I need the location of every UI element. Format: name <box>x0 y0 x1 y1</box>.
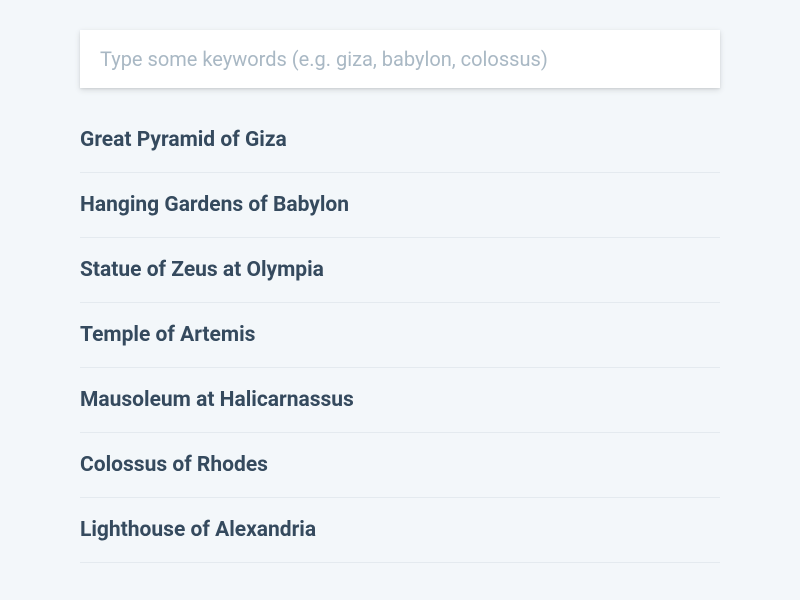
list-item[interactable]: Hanging Gardens of Babylon <box>80 173 720 238</box>
search-input[interactable] <box>80 30 720 88</box>
list-item[interactable]: Great Pyramid of Giza <box>80 124 720 173</box>
list-item[interactable]: Temple of Artemis <box>80 303 720 368</box>
list-item[interactable]: Lighthouse of Alexandria <box>80 498 720 563</box>
list-item[interactable]: Colossus of Rhodes <box>80 433 720 498</box>
list-item[interactable]: Statue of Zeus at Olympia <box>80 238 720 303</box>
results-list: Great Pyramid of Giza Hanging Gardens of… <box>80 124 720 563</box>
list-item[interactable]: Mausoleum at Halicarnassus <box>80 368 720 433</box>
